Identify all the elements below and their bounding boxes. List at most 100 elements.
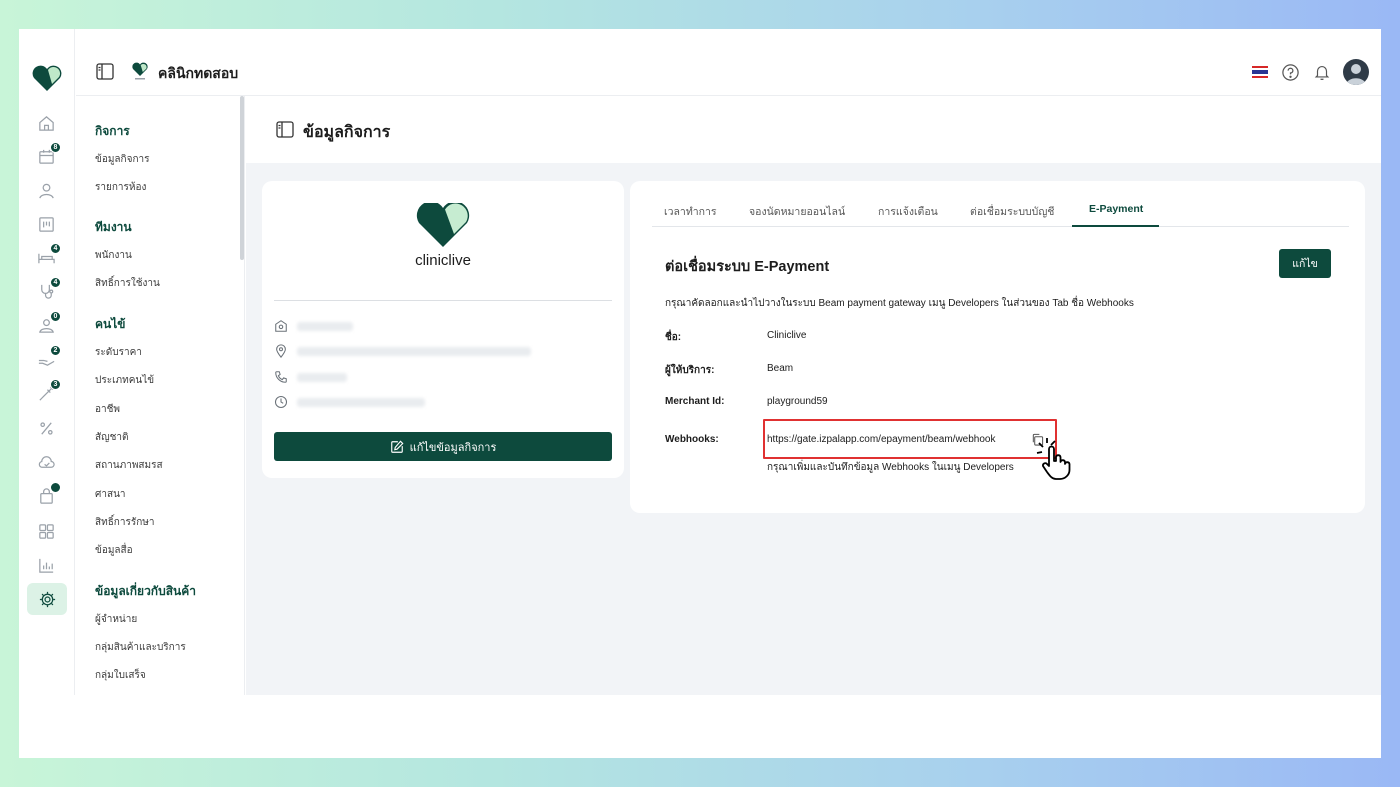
edit-epayment-button[interactable]: แก้ไข bbox=[1279, 249, 1331, 278]
language-switch[interactable] bbox=[1251, 59, 1269, 85]
phone-icon bbox=[275, 371, 287, 383]
rail-grid[interactable] bbox=[30, 517, 63, 545]
rail-badge: 4 bbox=[50, 243, 61, 254]
address-row bbox=[274, 344, 531, 358]
field-value-merchant-id: playground59 bbox=[767, 396, 828, 407]
rail-cloud[interactable] bbox=[30, 448, 63, 476]
submenu-item-vendors[interactable]: ผู้จำหน่าย bbox=[95, 612, 137, 627]
rail-bed[interactable]: 4 bbox=[30, 243, 63, 271]
clinic-logo-icon bbox=[132, 62, 148, 80]
submenu-item-product-groups[interactable]: กลุ่มสินค้าและบริการ bbox=[95, 640, 186, 655]
redacted-text bbox=[297, 321, 353, 331]
brand-logo-icon[interactable] bbox=[31, 63, 63, 93]
redacted-text bbox=[297, 397, 425, 407]
page-titlebar: ข้อมูลกิจการ bbox=[246, 96, 1381, 163]
cloud-icon bbox=[38, 455, 55, 468]
rail-patient[interactable]: 0 bbox=[30, 311, 63, 339]
epayment-title: ต่อเชื่อมระบบ E-Payment bbox=[665, 259, 830, 275]
submenu-item-marital-status[interactable]: สถานภาพสมรส bbox=[95, 458, 163, 473]
submenu-section-business: กิจการ bbox=[95, 124, 130, 138]
board-icon bbox=[39, 216, 54, 232]
top-header: คลินิกทดสอบ bbox=[76, 29, 1381, 96]
field-value-provider: Beam bbox=[767, 363, 794, 374]
submenu-section-team: ทีมงาน bbox=[95, 220, 132, 234]
submenu-item-occupation[interactable]: อาชีพ bbox=[95, 402, 120, 417]
shop-icon bbox=[275, 320, 287, 332]
submenu-item-price-level[interactable]: ระดับราคา bbox=[95, 345, 142, 360]
rail-home[interactable] bbox=[30, 109, 63, 137]
edit-icon bbox=[390, 439, 404, 453]
notification-button[interactable] bbox=[1311, 59, 1333, 85]
submenu-item-staff[interactable]: พนักงาน bbox=[95, 248, 132, 263]
submenu-section-patients: คนไข้ bbox=[95, 317, 126, 331]
grid-icon bbox=[39, 523, 54, 539]
rail-chart[interactable] bbox=[30, 551, 63, 579]
rail-bag[interactable] bbox=[30, 482, 63, 510]
panel-toggle-icon[interactable] bbox=[96, 63, 114, 80]
rail-stethoscope[interactable]: 4 bbox=[30, 277, 63, 305]
submenu-item-receipt-groups[interactable]: กลุ่มใบเสร็จ bbox=[95, 668, 146, 683]
field-label-merchant-id: Merchant Id: bbox=[665, 396, 725, 407]
submenu-item-treatment-rights[interactable]: สิทธิ์การรักษา bbox=[95, 515, 154, 530]
settings-panel-card: เวลาทำการ จองนัดหมายออนไลน์ การแจ้งเตือน… bbox=[630, 181, 1365, 513]
active-tab-indicator bbox=[1072, 225, 1159, 227]
tab-e-payment[interactable]: E-Payment bbox=[1089, 203, 1143, 215]
rail-board[interactable] bbox=[30, 210, 63, 238]
bell-icon bbox=[1314, 66, 1330, 81]
rail-badge: 2 bbox=[50, 345, 61, 356]
business-name-row bbox=[274, 319, 353, 333]
rail-hand[interactable]: 2 bbox=[30, 345, 63, 373]
rail-user[interactable] bbox=[30, 176, 63, 204]
field-value-name: Cliniclive bbox=[767, 330, 807, 341]
divider bbox=[274, 300, 612, 301]
edit-business-button[interactable]: แก้ไขข้อมูลกิจการ bbox=[274, 432, 612, 461]
home-icon bbox=[39, 115, 54, 131]
timezone-row bbox=[274, 395, 425, 409]
submenu-item-nationality[interactable]: สัญชาติ bbox=[95, 430, 129, 445]
tab-accounting[interactable]: ต่อเชื่อมระบบบัญชี bbox=[970, 203, 1054, 220]
submenu-scrollbar[interactable] bbox=[240, 96, 244, 260]
rail-badge bbox=[50, 482, 61, 493]
help-button[interactable] bbox=[1279, 59, 1301, 85]
settings-submenu: กิจการ ข้อมูลกิจการ รายการห้อง ทีมงาน พน… bbox=[76, 96, 245, 695]
submenu-item-rooms[interactable]: รายการห้อง bbox=[95, 180, 146, 195]
panel-icon bbox=[276, 121, 294, 138]
business-profile-card: cliniclive แก้ไขข้อมูลกิจการ bbox=[262, 181, 624, 478]
field-label-webhooks: Webhooks: bbox=[665, 434, 719, 445]
location-pin-icon bbox=[276, 344, 286, 358]
gear-icon bbox=[39, 591, 55, 607]
tab-business-hours[interactable]: เวลาทำการ bbox=[664, 203, 717, 220]
tab-notifications[interactable]: การแจ้งเตือน bbox=[878, 203, 938, 220]
clock-icon bbox=[274, 395, 288, 409]
clinic-name: คลินิกทดสอบ bbox=[158, 65, 239, 81]
rail-calendar[interactable]: 8 bbox=[30, 142, 63, 170]
thai-flag-icon bbox=[1252, 66, 1268, 78]
brand-name: cliniclive bbox=[415, 252, 471, 269]
user-icon bbox=[39, 183, 54, 198]
rail-syringe[interactable]: 3 bbox=[30, 379, 63, 407]
main-content: ข้อมูลกิจการ cliniclive แก้ไขข้อมูลกิจกา… bbox=[246, 96, 1381, 695]
hand-pointer-icon bbox=[1036, 438, 1071, 480]
rail-badge: 3 bbox=[50, 379, 61, 390]
rail-settings[interactable] bbox=[27, 583, 67, 615]
edit-business-label: แก้ไขข้อมูลกิจการ bbox=[409, 441, 497, 454]
redacted-text bbox=[297, 372, 347, 382]
rail-badge: 0 bbox=[50, 311, 61, 322]
submenu-item-media[interactable]: ข้อมูลสื่อ bbox=[95, 543, 133, 558]
submenu-section-products: ข้อมูลเกี่ยวกับสินค้า bbox=[95, 584, 196, 598]
user-menu[interactable] bbox=[1342, 59, 1370, 85]
redacted-text bbox=[297, 346, 531, 356]
submenu-item-business-info[interactable]: ข้อมูลกิจการ bbox=[95, 152, 150, 167]
submenu-item-patient-type[interactable]: ประเภทคนไข้ bbox=[95, 373, 154, 388]
phone-row bbox=[274, 370, 347, 384]
rail-badge: 4 bbox=[50, 277, 61, 288]
rail-percent[interactable] bbox=[30, 414, 63, 442]
submenu-item-religion[interactable]: ศาสนา bbox=[95, 487, 126, 502]
webhook-hint: กรุณาเพิ่มและบันทึกข้อมูล Webhooks ในเมน… bbox=[767, 462, 1014, 473]
page-title: ข้อมูลกิจการ bbox=[303, 124, 391, 141]
chart-icon bbox=[39, 558, 54, 573]
tab-online-booking[interactable]: จองนัดหมายออนไลน์ bbox=[749, 203, 845, 220]
app-frame: 8 4 4 0 2 3 คลินิกทดสอบ กิจการ ข้อมูลกิจ… bbox=[19, 29, 1381, 758]
submenu-item-permissions[interactable]: สิทธิ์การใช้งาน bbox=[95, 276, 160, 291]
cliniclive-logo-icon bbox=[416, 203, 470, 247]
